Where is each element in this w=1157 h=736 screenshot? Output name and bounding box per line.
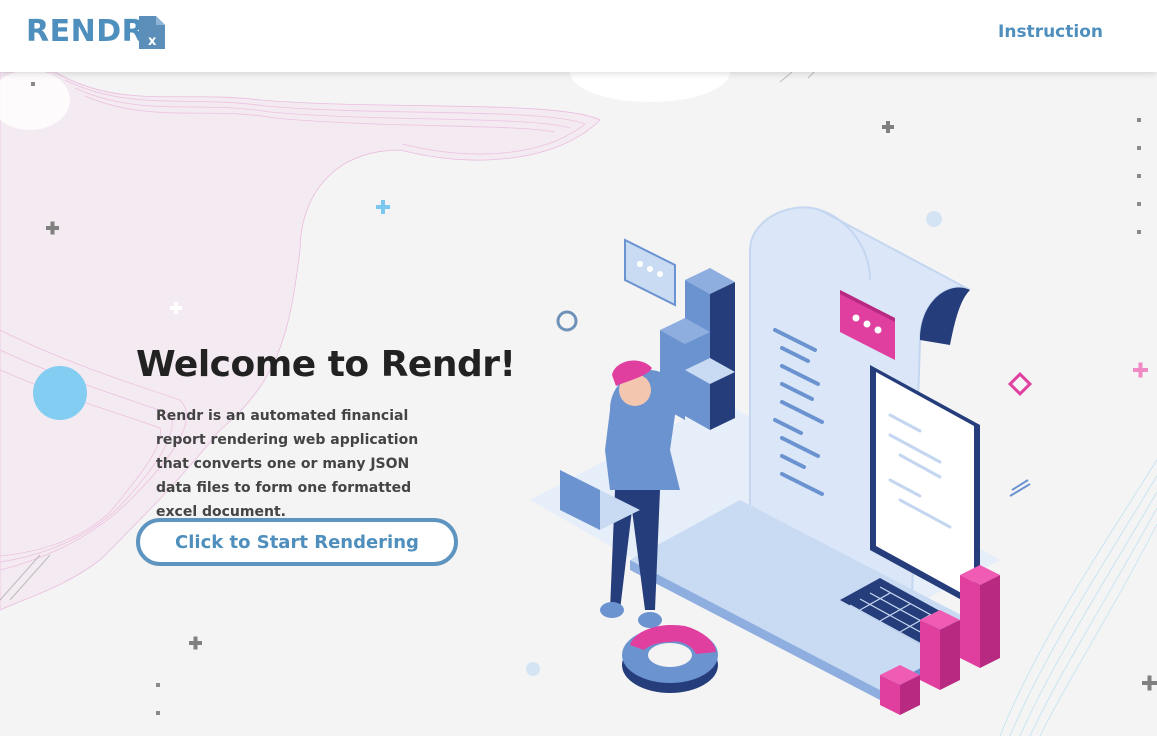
instruction-link[interactable]: Instruction: [998, 22, 1103, 42]
excel-file-icon: x: [139, 16, 165, 49]
top-navbar: RENDR x Instruction: [0, 0, 1157, 72]
page-title: Welcome to Rendr!: [136, 344, 516, 385]
brand-logo-text[interactable]: RENDR: [26, 14, 145, 49]
donut-chart-illustration: [622, 624, 718, 693]
hero-description: Rendr is an automated financial report r…: [156, 408, 419, 520]
blue-circle-decoration: [33, 366, 87, 420]
hero-illustration: [530, 206, 1000, 715]
svg-text:x: x: [148, 34, 157, 49]
start-rendering-button[interactable]: Click to Start Rendering: [136, 518, 458, 566]
chat-bubble-icon: [624, 238, 676, 307]
